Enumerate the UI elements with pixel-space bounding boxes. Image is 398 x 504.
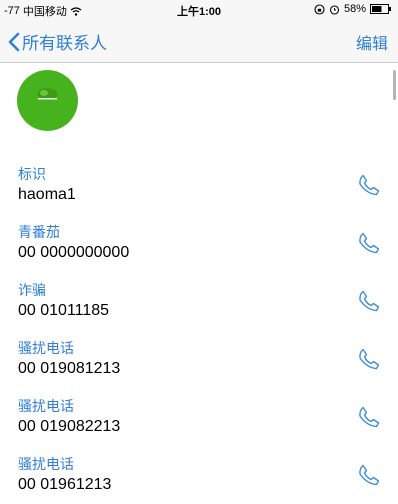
phone-entry: 骚扰电话 00 01961213	[0, 454, 398, 504]
phone-entry-label: 骚扰电话	[18, 398, 74, 414]
phone-entry: 骚扰电话 00 019081213	[0, 338, 398, 388]
avatar-logo-icon	[37, 88, 58, 100]
phone-entry: 诈骗 00 01011185	[0, 280, 398, 330]
alarm-icon	[329, 4, 340, 15]
phone-entry-number[interactable]: 00 01961213	[18, 476, 111, 494]
phone-icon[interactable]	[356, 288, 382, 314]
phone-entry-number[interactable]: haoma1	[18, 186, 76, 204]
back-button-label: 所有联系人	[22, 34, 107, 53]
lock-rotation-icon	[314, 3, 325, 15]
phone-entry: 青番茄 00 0000000000	[0, 222, 398, 272]
phone-entry-label: 青番茄	[18, 224, 60, 240]
phone-icon[interactable]	[356, 462, 382, 488]
phone-entry-label: 诈骗	[18, 282, 46, 298]
phone-entry-number[interactable]: 00 019082213	[18, 418, 120, 436]
chevron-left-icon	[8, 32, 20, 51]
status-right: 58%	[314, 3, 392, 15]
phone-entry-number[interactable]: 00 019081213	[18, 360, 120, 378]
phone-icon[interactable]	[356, 404, 382, 430]
phone-entry: 标识 haoma1	[0, 164, 398, 214]
phone-entry-label: 骚扰电话	[18, 340, 74, 356]
back-button[interactable]: 所有联系人	[8, 29, 107, 54]
phone-entry-number[interactable]: 00 0000000000	[18, 244, 129, 262]
phone-entry: 骚扰电话 00 019082213	[0, 396, 398, 446]
phone-icon[interactable]	[356, 346, 382, 372]
phone-entry-number[interactable]: 00 01011185	[18, 302, 109, 320]
scroll-indicator[interactable]	[393, 70, 396, 100]
battery-icon	[370, 4, 391, 14]
phone-icon[interactable]	[356, 172, 382, 198]
avatar	[17, 70, 78, 131]
battery-percent: 58%	[343, 3, 366, 15]
phone-icon[interactable]	[356, 230, 382, 256]
phone-entry-label: 骚扰电话	[18, 456, 74, 472]
navigation-bar: 所有联系人 编辑	[0, 20, 398, 63]
status-bar: -77 中国移动 上午1:00 58%	[0, 0, 398, 20]
phone-entry-label: 标识	[18, 166, 46, 182]
edit-button[interactable]: 编辑	[356, 30, 388, 54]
